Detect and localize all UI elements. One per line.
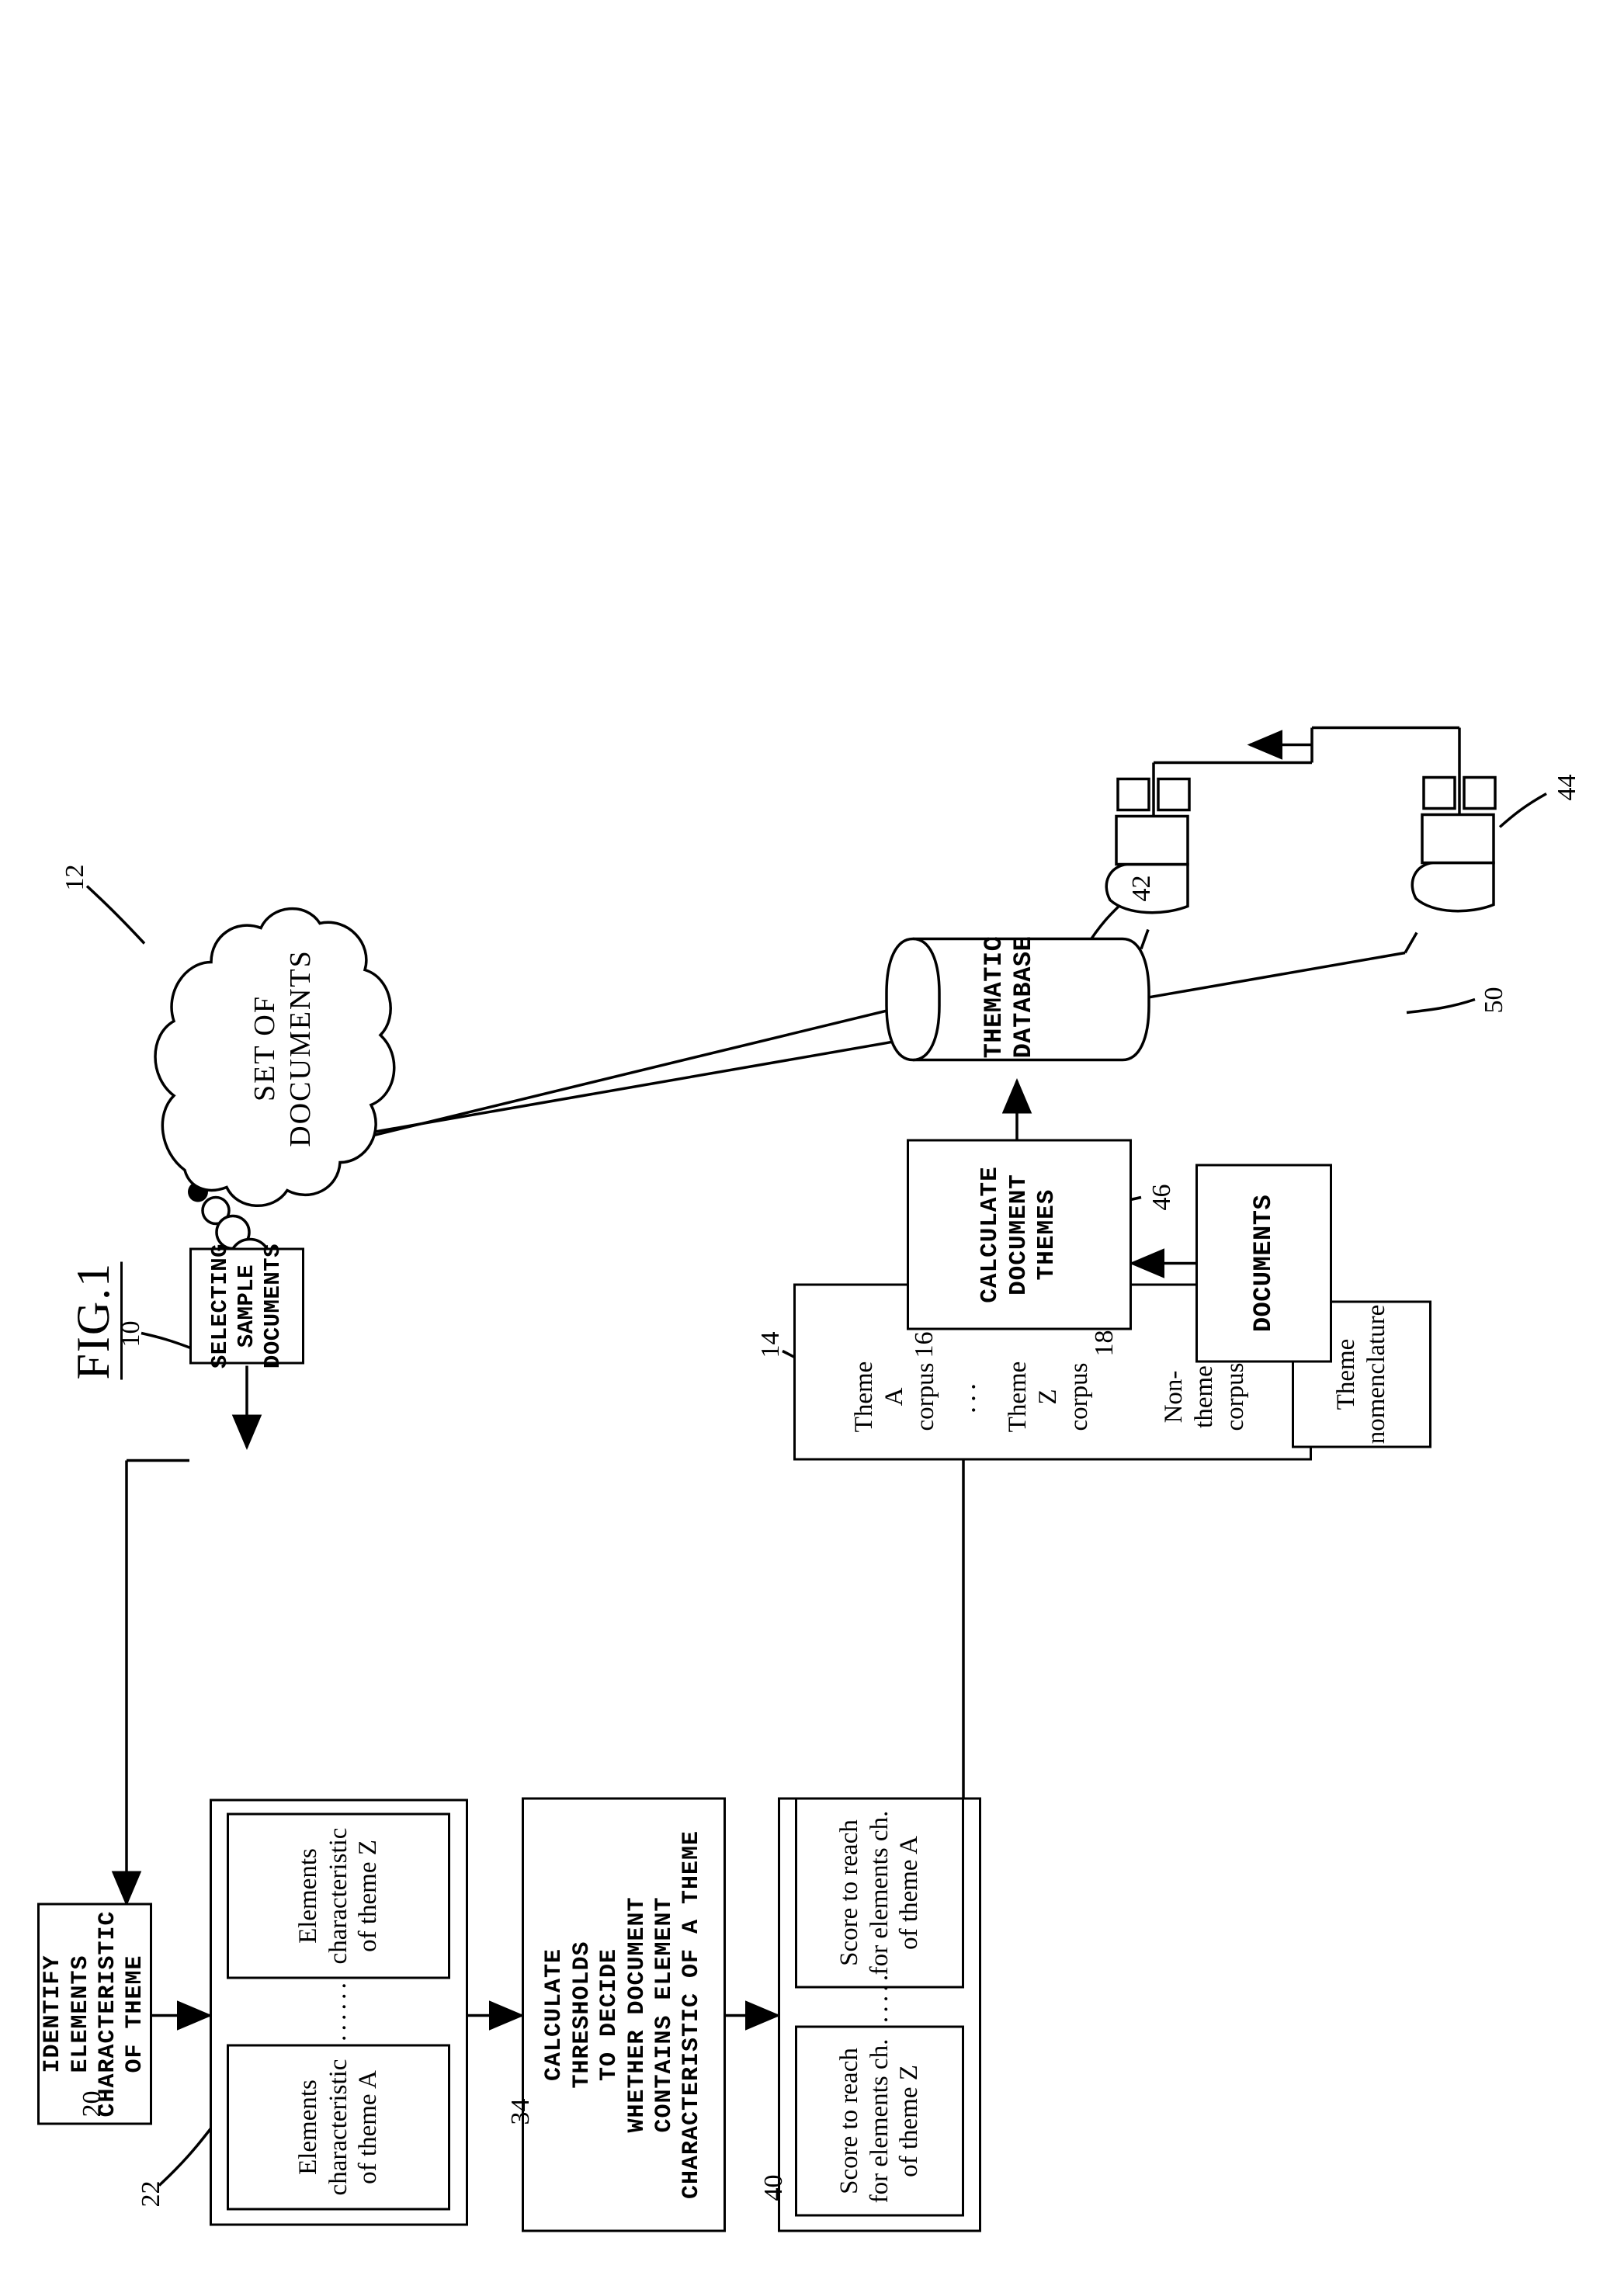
elements-ellipsis: ...... [322,1978,352,2041]
non-theme-corpus-label: Non- theme corpus [1159,1362,1249,1431]
ref-34: 34 [506,2098,535,2125]
ref-16: 16 [910,1331,939,1358]
scores-ellipsis: ..... [864,1970,894,2023]
corpora-ellipsis: ... [950,1378,982,1413]
elements-theme-z-box: Elements characteristic of theme Z [227,1812,450,1979]
score-theme-a-box: Score to reach for elements ch. of theme… [795,1797,964,1988]
thematic-database-label: THEMATIC DATABASE [979,935,1038,1058]
theme-z-corpus-label: Theme Z corpus [1003,1361,1093,1432]
theme-a-corpus-label: Theme A corpus [849,1361,939,1432]
ref-12: 12 [61,864,89,890]
ref-44: 44 [1553,774,1581,800]
ref-20: 20 [78,2090,106,2117]
score-theme-z-box: Score to reach for elements ch. of theme… [795,2025,964,2216]
ref-10: 10 [116,1320,145,1347]
ref-40: 40 [759,2174,788,2201]
set-of-documents-label: SET OF DOCUMENTS [248,949,317,1147]
selecting-sample-documents-box: SELECTING SAMPLE DOCUMENTS [189,1243,304,1368]
figure-canvas: FIG.1 SET OF DOCUMENTS SELECTING SAMPLE … [0,0,1624,2272]
ref-22: 22 [137,2180,165,2207]
elements-theme-a-box: Elements characteristic of theme A [227,2044,450,2210]
figure-page: FIG.1 SET OF DOCUMENTS SELECTING SAMPLE … [0,0,1624,2272]
ref-14: 14 [756,1331,785,1358]
calculate-thresholds-box: CALCULATE THRESHOLDS TO DECIDE WHETHER D… [522,1797,726,2232]
ref-18: 18 [1090,1330,1119,1356]
ref-50: 50 [1480,987,1508,1013]
ref-42: 42 [1127,875,1156,901]
calculate-document-themes-box: CALCULATE DOCUMENT THEMES [907,1139,1132,1330]
ref-46: 46 [1147,1184,1176,1210]
documents-box: DOCUMENTS [1195,1164,1332,1362]
figure-title: FIG.1 [67,1261,123,1379]
